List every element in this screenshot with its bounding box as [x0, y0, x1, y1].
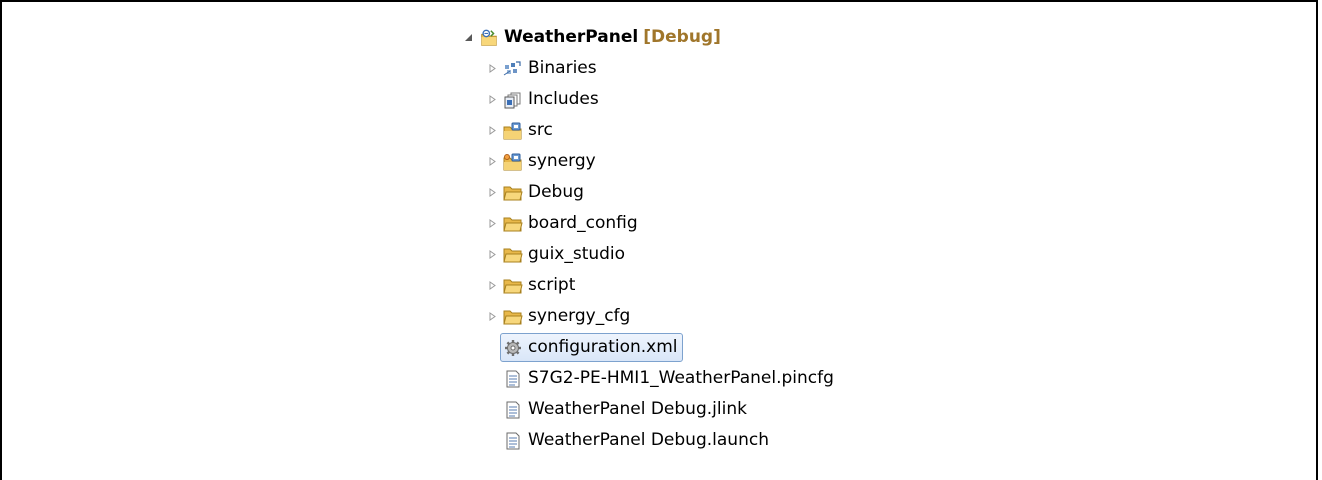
- file-icon: [503, 401, 523, 419]
- selection-highlight[interactable]: configuration.xml: [500, 333, 683, 362]
- project-config-label: [Debug]: [643, 27, 721, 47]
- project-icon: [479, 29, 499, 47]
- folder-icon: [503, 184, 523, 202]
- synergy-folder-icon: [503, 153, 523, 171]
- expand-arrow-icon[interactable]: [486, 63, 498, 75]
- tree-item-configuration-xml[interactable]: configuration.xml: [500, 332, 834, 363]
- source-folder-icon: [503, 122, 523, 140]
- expand-arrow-icon[interactable]: [486, 311, 498, 323]
- folder-icon: [503, 277, 523, 295]
- tree-item-board-config[interactable]: board_config: [486, 208, 834, 239]
- tree-item-label: Binaries: [528, 58, 597, 78]
- tree-item-jlink[interactable]: WeatherPanel Debug.jlink: [503, 394, 834, 425]
- expand-arrow-icon[interactable]: [486, 187, 498, 199]
- tree-item-synergy-cfg[interactable]: synergy_cfg: [486, 301, 834, 332]
- tree-item-script[interactable]: script: [486, 270, 834, 301]
- tree-item-label: Debug: [528, 182, 584, 202]
- tree-item-label: Includes: [528, 89, 599, 109]
- binaries-icon: [503, 60, 523, 78]
- tree-item-src[interactable]: src: [486, 115, 834, 146]
- project-name: WeatherPanel: [504, 27, 639, 47]
- tree-item-label: guix_studio: [528, 244, 626, 264]
- includes-icon: [503, 91, 523, 109]
- tree-item-pincfg[interactable]: S7G2-PE-HMI1_WeatherPanel.pincfg: [503, 363, 834, 394]
- tree-item-launch[interactable]: WeatherPanel Debug.launch: [503, 425, 834, 456]
- file-icon: [503, 432, 523, 450]
- expand-arrow-icon[interactable]: [486, 94, 498, 106]
- tree-item-label: board_config: [528, 213, 638, 233]
- tree-item-synergy[interactable]: synergy: [486, 146, 834, 177]
- tree-item-project[interactable]: WeatherPanel [Debug]: [462, 22, 834, 53]
- file-icon: [503, 370, 523, 388]
- tree-item-label: synergy: [528, 151, 596, 171]
- tree-item-label: WeatherPanel Debug.jlink: [528, 399, 747, 419]
- tree-item-binaries[interactable]: Binaries: [486, 53, 834, 84]
- tree-item-guix-studio[interactable]: guix_studio: [486, 239, 834, 270]
- collapse-arrow-icon[interactable]: [462, 32, 474, 44]
- folder-icon: [503, 246, 523, 264]
- expand-arrow-icon[interactable]: [486, 280, 498, 292]
- expand-arrow-icon[interactable]: [486, 249, 498, 261]
- expand-arrow-icon[interactable]: [486, 218, 498, 230]
- tree-item-label: configuration.xml: [528, 337, 678, 357]
- tree-item-debug[interactable]: Debug: [486, 177, 834, 208]
- tree-item-label: src: [528, 120, 553, 140]
- tree-item-label: synergy_cfg: [528, 306, 631, 326]
- tree-item-includes[interactable]: Includes: [486, 84, 834, 115]
- gear-icon: [503, 339, 523, 357]
- tree-item-label: script: [528, 275, 576, 295]
- folder-icon: [503, 308, 523, 326]
- expand-arrow-icon[interactable]: [486, 156, 498, 168]
- project-tree: WeatherPanel [Debug] Binaries Includes s…: [462, 22, 834, 456]
- expand-arrow-icon[interactable]: [486, 125, 498, 137]
- tree-item-label: WeatherPanel Debug.launch: [528, 430, 769, 450]
- tree-item-label: S7G2-PE-HMI1_WeatherPanel.pincfg: [528, 368, 834, 388]
- folder-icon: [503, 215, 523, 233]
